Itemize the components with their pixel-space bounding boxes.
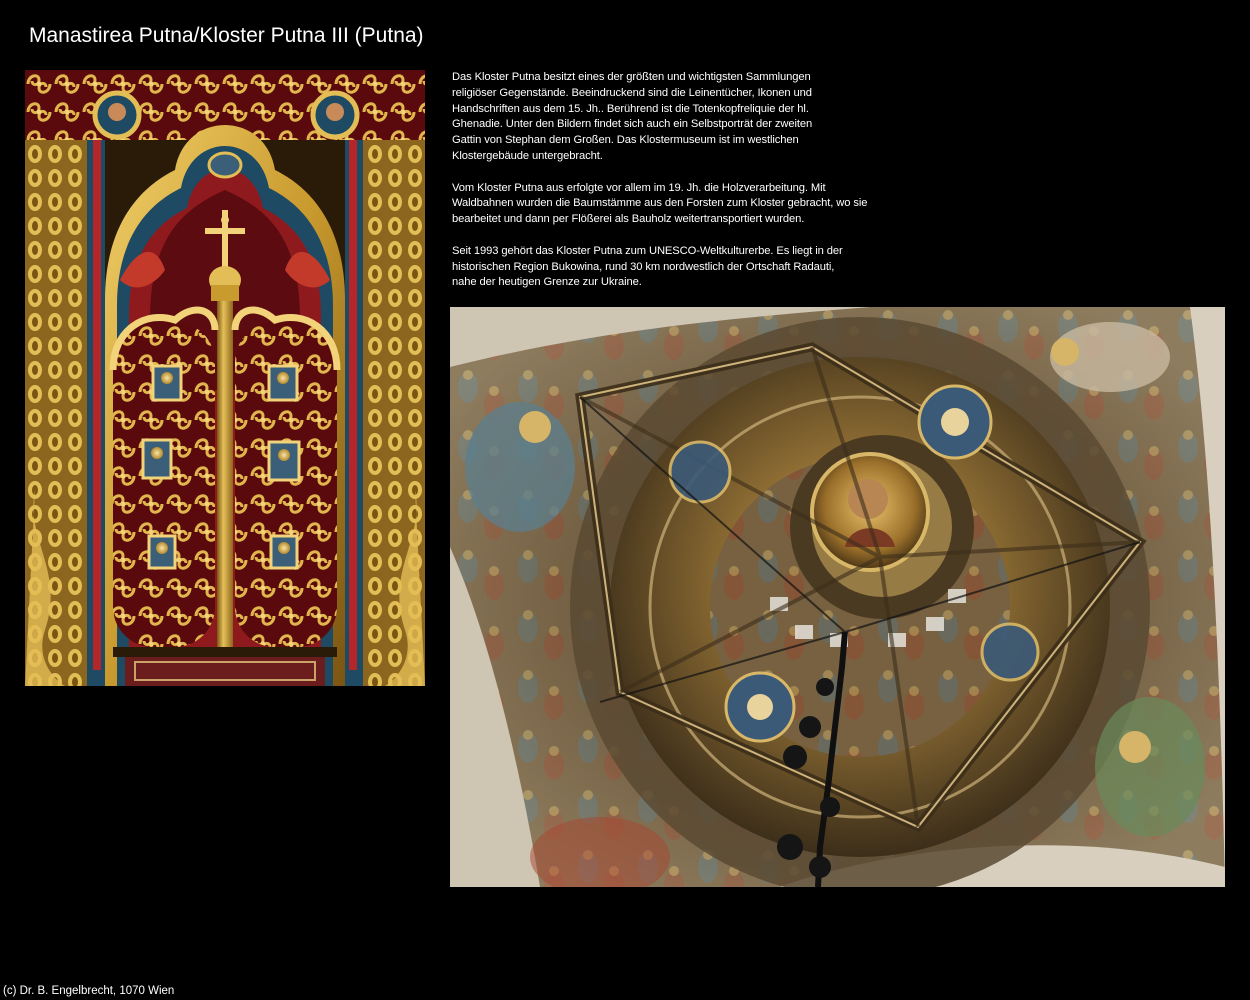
description-line: Klostergebäude untergebracht. <box>452 149 603 162</box>
description-paragraph-3: Seit 1993 gehört das Kloster Putna zum U… <box>452 244 922 291</box>
description-paragraph-1: Das Kloster Putna besitzt eines der größ… <box>452 70 922 165</box>
description-line: Waldbahnen wurden die Baumstämme aus den… <box>452 197 868 210</box>
description-line: religiöser Gegenstände. Beeindruckend si… <box>452 86 812 99</box>
description-line: Handschriften aus dem 15. Jh.. Berührend… <box>452 102 809 115</box>
copyright-notice: (c) Dr. B. Engelbrecht, 1070 Wien <box>3 985 175 997</box>
iconostasis-photo <box>25 70 425 686</box>
description: Das Kloster Putna besitzt eines der größ… <box>452 70 922 307</box>
description-line: nahe der heutigen Grenze zur Ukraine. <box>452 276 642 289</box>
description-line: Gattin von Stephan dem Großen. Das Klost… <box>452 134 799 147</box>
description-line: Vom Kloster Putna aus erfolgte vor allem… <box>452 181 826 194</box>
description-line: Seit 1993 gehört das Kloster Putna zum U… <box>452 244 843 257</box>
page-title: Manastirea Putna/Kloster Putna III (Putn… <box>29 24 424 47</box>
description-paragraph-2: Vom Kloster Putna aus erfolgte vor allem… <box>452 181 922 228</box>
description-line: bearbeitet und dann per Flößerei als Bau… <box>452 213 805 226</box>
description-line: Ghenadie. Unter den Bildern findet sich … <box>452 118 813 131</box>
description-line: Das Kloster Putna besitzt eines der größ… <box>452 71 811 83</box>
description-line: historischen Region Bukowina, rund 30 km… <box>452 260 835 273</box>
dome-fresco-photo <box>450 307 1225 887</box>
